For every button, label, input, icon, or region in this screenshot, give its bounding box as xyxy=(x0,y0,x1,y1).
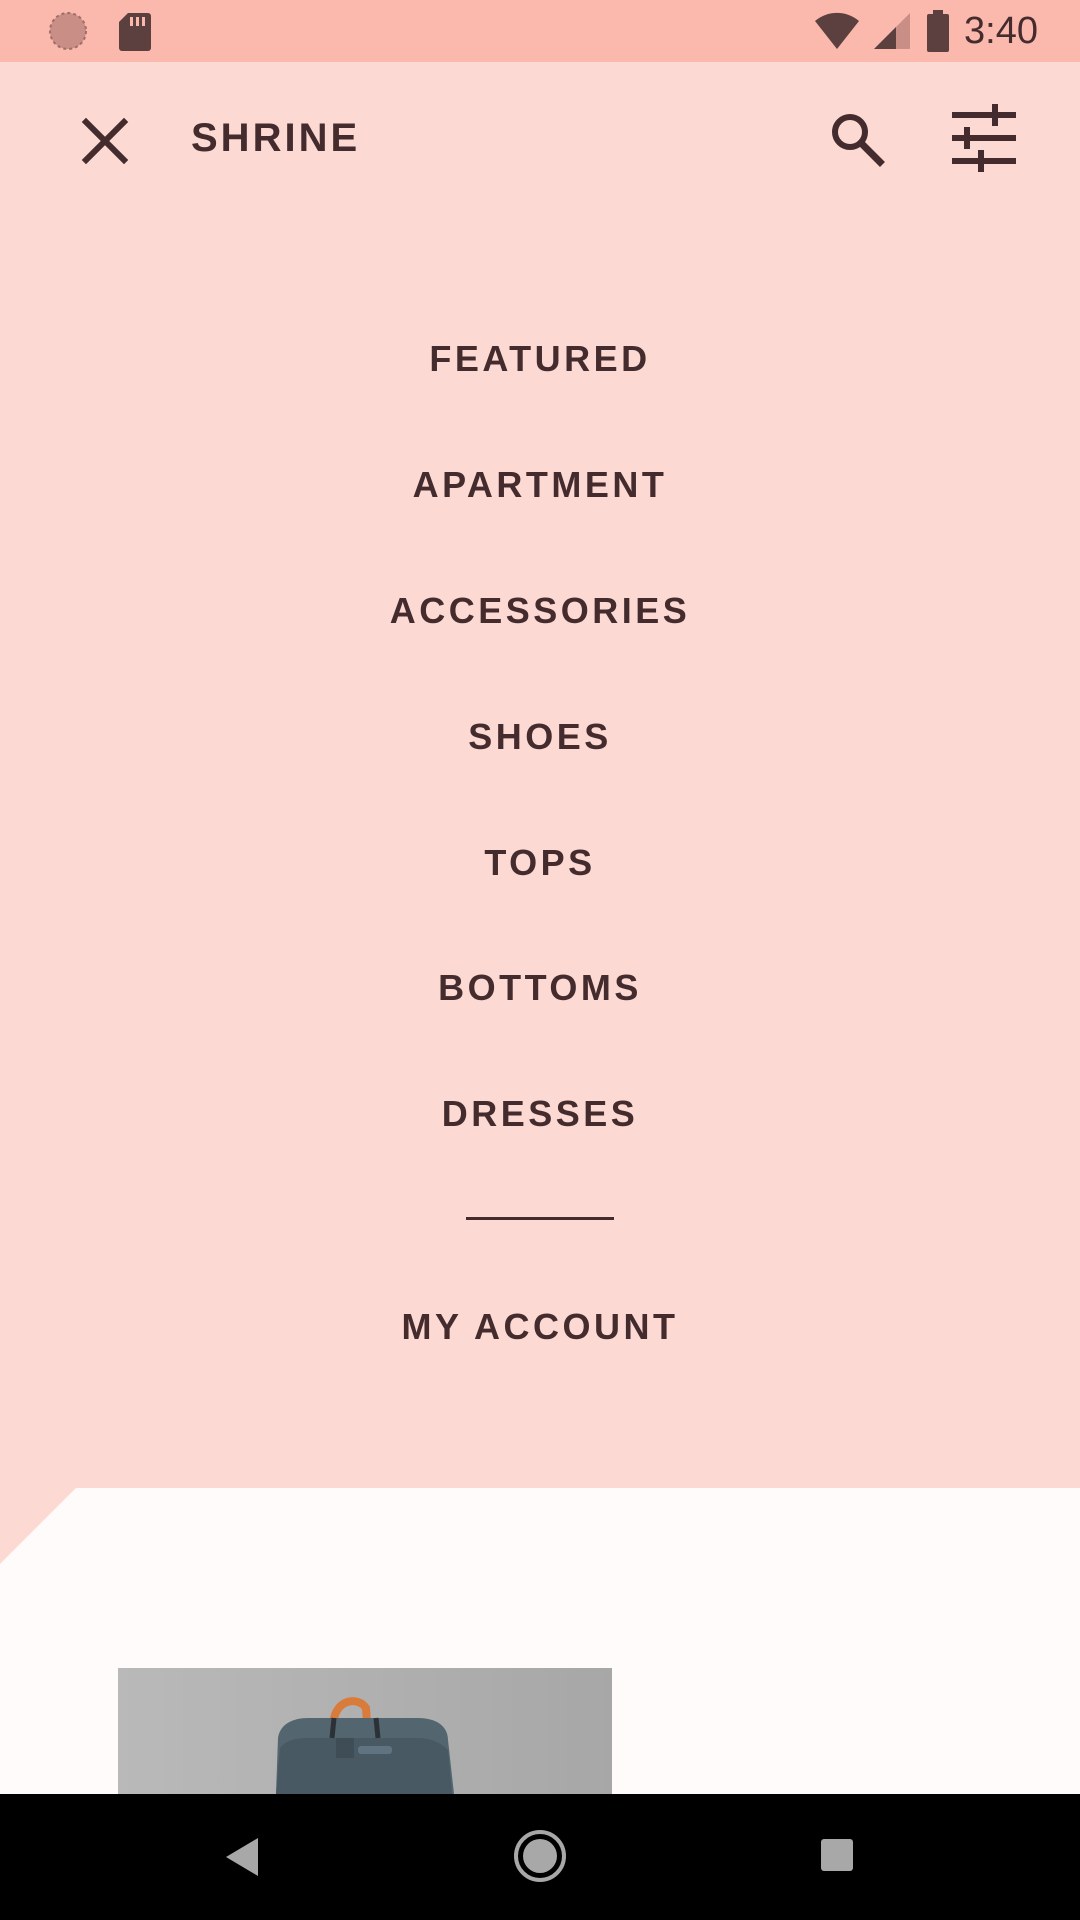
recents-icon xyxy=(821,1839,853,1871)
nav-home-button[interactable] xyxy=(512,1828,568,1884)
close-icon xyxy=(81,117,129,165)
menu-item-bottoms[interactable]: BOTTOMS xyxy=(0,967,1080,1009)
circle-indicator-icon xyxy=(49,12,87,50)
home-icon xyxy=(514,1830,566,1882)
nav-recents-button[interactable] xyxy=(820,1838,854,1872)
menu-item-tops[interactable]: TOPS xyxy=(0,842,1080,884)
menu-item-featured[interactable]: FEATURED xyxy=(0,338,1080,380)
sd-card-icon xyxy=(119,13,151,51)
battery-icon xyxy=(927,10,950,52)
back-icon xyxy=(226,1838,258,1876)
status-time: 3:40 xyxy=(964,9,1038,52)
wifi-icon xyxy=(815,12,860,49)
tune-icon xyxy=(952,104,1016,172)
status-bar: 3:40 xyxy=(0,0,1080,62)
menu-divider xyxy=(466,1217,614,1220)
nav-back-button[interactable] xyxy=(222,1834,262,1880)
status-bar-left xyxy=(48,11,152,51)
menu-item-dresses[interactable]: DRESSES xyxy=(0,1093,1080,1135)
filter-button[interactable] xyxy=(948,102,1020,174)
top-app-bar: SHRINE xyxy=(0,62,1080,212)
cell-signal-icon xyxy=(874,13,911,49)
backpack-image xyxy=(276,1697,454,1794)
menu-item-my-account[interactable]: MY ACCOUNT xyxy=(0,1306,1080,1348)
menu-item-shoes[interactable]: SHOES xyxy=(0,716,1080,758)
close-button[interactable] xyxy=(72,108,138,174)
search-icon xyxy=(832,114,885,167)
status-bar-right: 3:40 xyxy=(814,0,1038,62)
app-title: SHRINE xyxy=(191,116,361,160)
system-nav-bar xyxy=(0,1794,1080,1920)
menu-item-apartment[interactable]: APARTMENT xyxy=(0,464,1080,506)
search-button[interactable] xyxy=(824,106,890,172)
product-image[interactable] xyxy=(118,1668,612,1794)
menu-item-accessories[interactable]: ACCESSORIES xyxy=(0,590,1080,632)
